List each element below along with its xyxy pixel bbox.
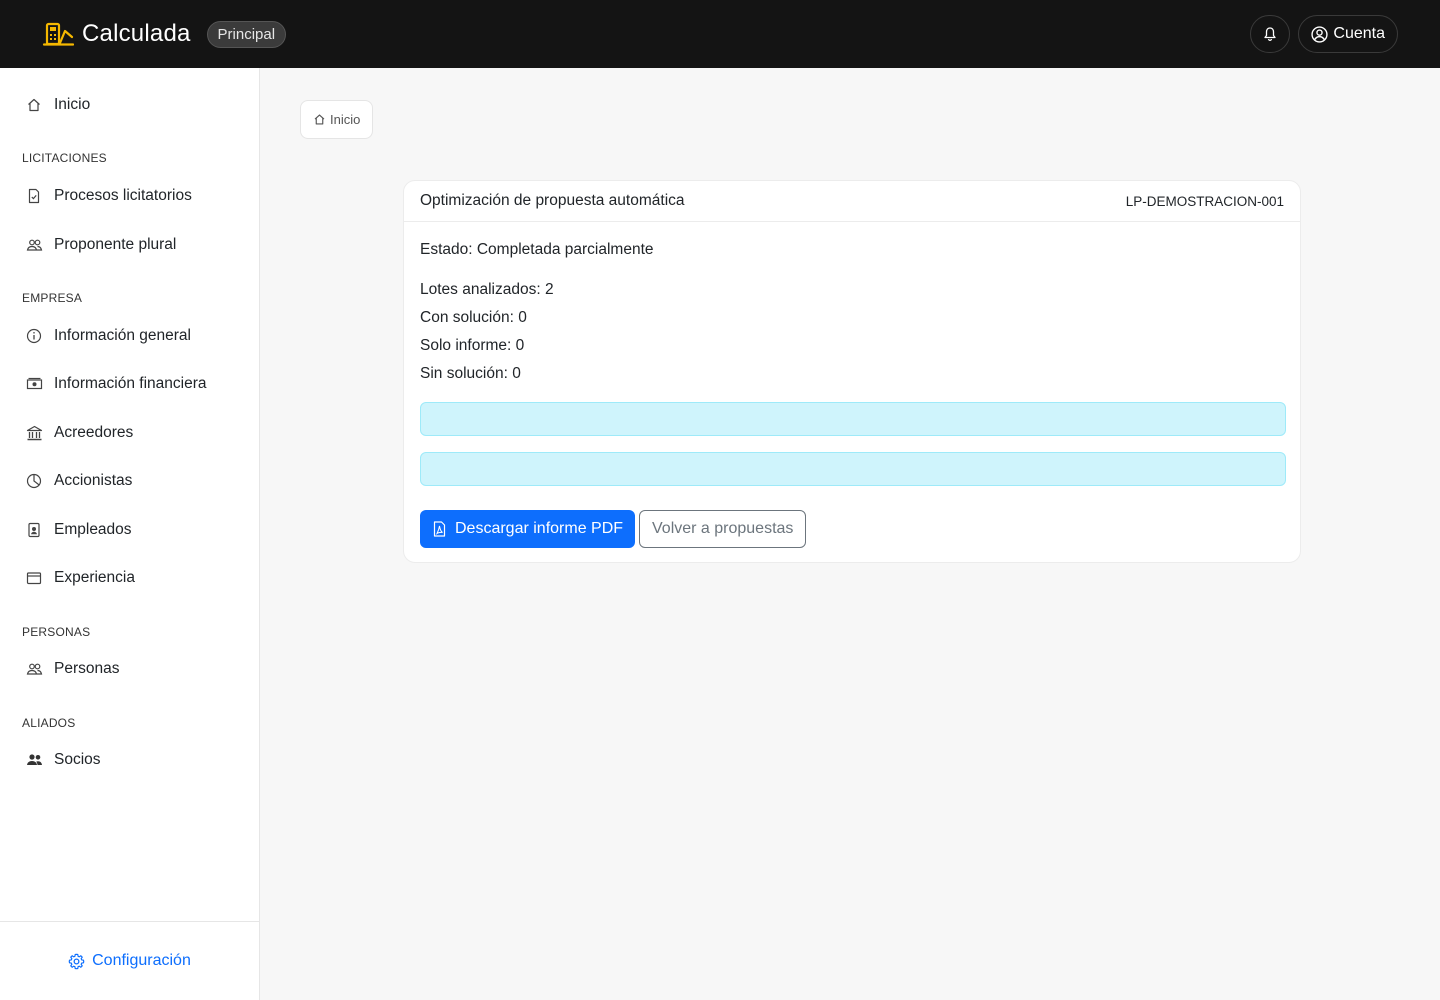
sidebar-footer: Configuración [0, 921, 259, 1000]
sidebar-item-accionistas[interactable]: Accionistas [24, 469, 132, 493]
home-icon [314, 114, 325, 125]
configuration-label: Configuración [92, 952, 191, 969]
process-code: LP-DEMOSTRACION-001 [1125, 193, 1284, 209]
section-label-licitaciones: LICITACIONES [22, 151, 107, 165]
cash-icon [24, 374, 44, 394]
bank-icon [24, 423, 44, 443]
sidebar-item-personas[interactable]: Personas [24, 657, 119, 681]
sidebar-item-informacion-general[interactable]: Información general [24, 324, 191, 348]
account-label: Cuenta [1333, 25, 1385, 42]
card-title: Optimización de propuesta automática [420, 192, 685, 209]
download-pdf-label: Descargar informe PDF [455, 520, 624, 537]
status-text: Estado: Completada parcialmente [420, 241, 654, 258]
sidebar-item-label: Personas [54, 660, 120, 677]
stat-solo-informe: Solo informe: 0 [420, 337, 525, 354]
sidebar-item-label: Proponente plural [54, 236, 177, 253]
brand[interactable]: Calculada [42, 20, 191, 48]
sidebar-item-label: Acreedores [54, 424, 134, 441]
environment-badge: Principal [206, 20, 287, 48]
people-icon [24, 659, 44, 679]
sidebar-item-label: Información general [54, 327, 191, 344]
pie-chart-icon [24, 471, 44, 491]
card-header: Optimización de propuesta automática LP-… [404, 181, 1300, 222]
sidebar-item-label: Procesos licitatorios [54, 187, 192, 204]
sidebar-item-label: Información financiera [54, 375, 207, 392]
sidebar-item-acreedores[interactable]: Acreedores [24, 421, 133, 445]
stat-con-solucion: Con solución: 0 [420, 309, 527, 326]
sidebar-item-experiencia[interactable]: Experiencia [24, 566, 135, 590]
stat-sin-solucion: Sin solución: 0 [420, 365, 521, 382]
info-circle-icon [24, 326, 44, 346]
user-circle-icon [1311, 25, 1329, 43]
sidebar: Inicio LICITACIONES Procesos licitatorio… [0, 68, 260, 1000]
download-pdf-button[interactable]: Descargar informe PDF [420, 510, 636, 548]
sidebar-item-label: Inicio [54, 96, 91, 113]
home-icon [24, 95, 44, 115]
sidebar-item-socios[interactable]: Socios [24, 748, 101, 772]
sidebar-item-proponente-plural[interactable]: Proponente plural [24, 233, 176, 257]
sidebar-item-label: Empleados [54, 521, 132, 538]
breadcrumb[interactable]: Inicio [300, 100, 374, 139]
section-label-personas: PERSONAS [22, 625, 91, 639]
people-icon [24, 235, 44, 255]
inbox-icon [24, 568, 44, 588]
section-label-aliados: ALIADOS [22, 716, 76, 730]
progress-bar [420, 402, 1286, 436]
optimization-card: Optimización de propuesta automática LP-… [403, 180, 1301, 563]
sidebar-item-empleados[interactable]: Empleados [24, 518, 132, 542]
notifications-button[interactable] [1250, 15, 1291, 53]
people-fill-icon [24, 750, 44, 770]
sidebar-item-label: Socios [54, 751, 101, 768]
bell-icon [1264, 27, 1277, 42]
person-badge-icon [24, 520, 44, 540]
configuration-link[interactable]: Configuración [68, 952, 191, 970]
top-navbar: Calculada Principal Cuenta [0, 0, 1440, 68]
gear-icon [68, 953, 85, 969]
sidebar-item-inicio[interactable]: Inicio [24, 93, 90, 117]
file-pdf-icon [433, 521, 446, 537]
brand-name: Calculada [82, 20, 191, 47]
sidebar-item-label: Accionistas [54, 472, 133, 489]
breadcrumb-home: Inicio [330, 112, 361, 127]
progress-bar [420, 452, 1286, 486]
stat-lotes-analizados: Lotes analizados: 2 [420, 281, 554, 298]
account-button[interactable]: Cuenta [1298, 15, 1398, 53]
back-to-proposals-button[interactable]: Volver a propuestas [639, 510, 807, 548]
sidebar-item-procesos-licitatorios[interactable]: Procesos licitatorios [24, 184, 192, 208]
sidebar-item-informacion-financiera[interactable]: Información financiera [24, 372, 207, 396]
file-check-icon [24, 186, 44, 206]
sidebar-item-label: Experiencia [54, 569, 135, 586]
section-label-empresa: EMPRESA [22, 291, 83, 305]
calculator-logo-icon [42, 22, 74, 46]
